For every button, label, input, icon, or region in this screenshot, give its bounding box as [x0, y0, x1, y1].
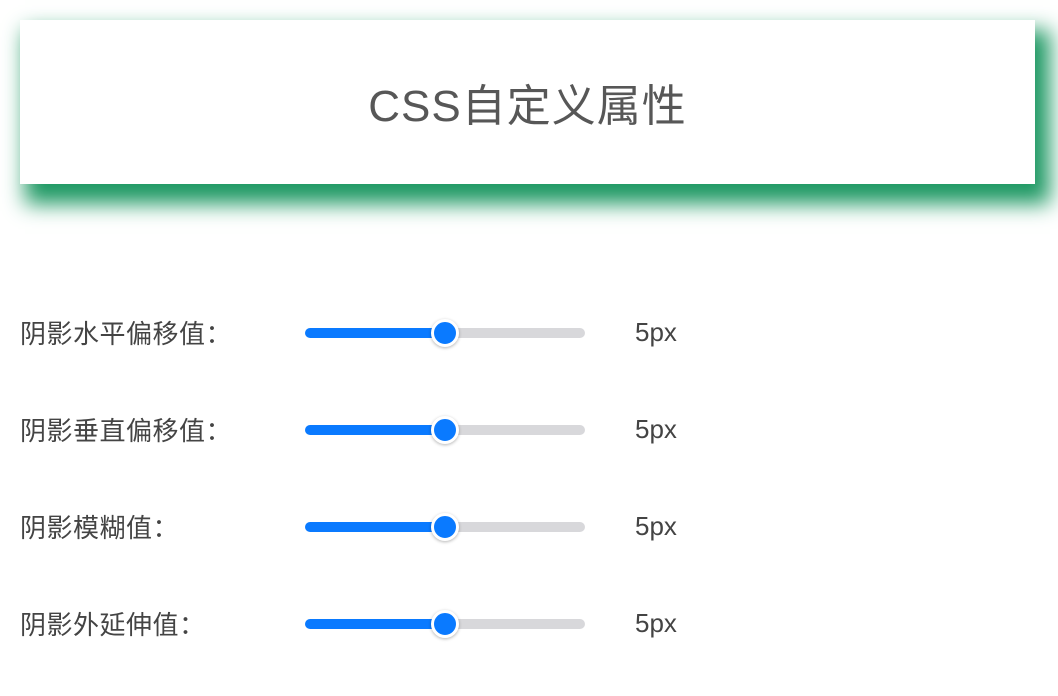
- shadow-blur-row: 阴影模糊值： 5px: [20, 508, 1038, 545]
- slider-wrapper: [305, 619, 585, 629]
- shadow-vertical-offset-slider[interactable]: [305, 425, 585, 435]
- shadow-vertical-offset-row: 阴影垂直偏移值： 5px: [20, 411, 1038, 448]
- slider-controls: 阴影水平偏移值： 5px 阴影垂直偏移值： 5px 阴影模糊值： 5px 阴影外…: [20, 314, 1038, 642]
- shadow-spread-value: 5px: [635, 608, 677, 639]
- shadow-blur-slider[interactable]: [305, 522, 585, 532]
- shadow-spread-label: 阴影外延伸值：: [20, 605, 285, 642]
- page-title: CSS自定义属性: [40, 70, 1015, 134]
- shadow-spread-slider[interactable]: [305, 619, 585, 629]
- shadow-vertical-offset-value: 5px: [635, 414, 677, 445]
- slider-wrapper: [305, 328, 585, 338]
- shadow-vertical-offset-label: 阴影垂直偏移值：: [20, 411, 285, 448]
- shadow-blur-value: 5px: [635, 511, 677, 542]
- shadow-spread-row: 阴影外延伸值： 5px: [20, 605, 1038, 642]
- shadow-blur-label: 阴影模糊值：: [20, 508, 285, 545]
- shadow-horizontal-offset-label: 阴影水平偏移值：: [20, 314, 285, 351]
- shadow-horizontal-offset-row: 阴影水平偏移值： 5px: [20, 314, 1038, 351]
- shadow-horizontal-offset-value: 5px: [635, 317, 677, 348]
- shadow-horizontal-offset-slider[interactable]: [305, 328, 585, 338]
- slider-wrapper: [305, 425, 585, 435]
- slider-wrapper: [305, 522, 585, 532]
- title-card: CSS自定义属性: [20, 20, 1035, 184]
